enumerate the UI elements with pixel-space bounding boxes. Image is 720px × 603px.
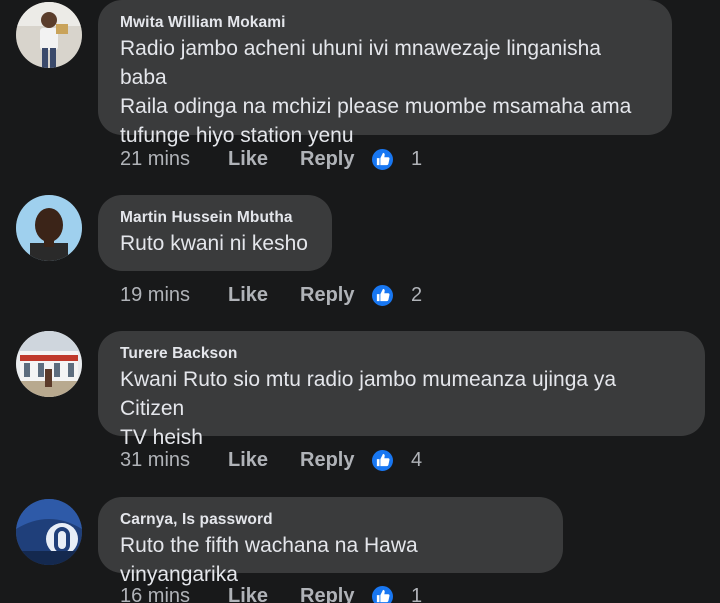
comment-bubble: Martin Hussein Mbutha Ruto kwani ni kesh… — [98, 195, 332, 271]
like-button[interactable]: Like — [228, 585, 300, 603]
comment-author[interactable]: Carnya, Is password — [120, 509, 541, 531]
comment-author[interactable]: Mwita William Mokami — [120, 12, 650, 34]
comment-text: Kwani Ruto sio mtu radio jambo mumeanza … — [120, 368, 617, 449]
thumbs-up-icon[interactable] — [370, 583, 395, 603]
thumbs-up-icon[interactable] — [370, 447, 395, 473]
comment-time[interactable]: 16 mins — [120, 585, 228, 603]
comment-bubble: Carnya, Is password Ruto the fifth wacha… — [98, 497, 563, 586]
like-button[interactable]: Like — [228, 284, 300, 307]
comment-actions: 16 mins Like Reply 1 — [120, 581, 422, 603]
comment-actions: 21 mins Like Reply 1 — [120, 144, 422, 174]
thumbs-up-icon[interactable] — [370, 282, 395, 308]
reply-button[interactable]: Reply — [300, 449, 370, 472]
like-button[interactable]: Like — [228, 449, 300, 472]
reaction-count[interactable]: 1 — [411, 585, 422, 603]
avatar[interactable] — [16, 499, 82, 565]
avatar[interactable] — [16, 331, 82, 397]
comment-time[interactable]: 31 mins — [120, 449, 228, 472]
reaction-count[interactable]: 4 — [411, 449, 422, 472]
comment-bubble: Turere Backson Kwani Ruto sio mtu radio … — [98, 331, 705, 449]
comment-actions: 31 mins Like Reply 4 — [120, 445, 422, 475]
comment-time[interactable]: 21 mins — [120, 148, 228, 171]
thumbs-up-icon[interactable] — [370, 146, 395, 172]
comment-text: Ruto kwani ni kesho — [120, 232, 308, 255]
reaction-count[interactable]: 2 — [411, 284, 422, 307]
reply-button[interactable]: Reply — [300, 585, 370, 603]
comments-list: Mwita William Mokami Radio jambo acheni … — [0, 0, 720, 603]
comment-text: Radio jambo acheni uhuni ivi mnawezaje l… — [120, 37, 632, 147]
reaction-count[interactable]: 1 — [411, 148, 422, 171]
comment-bubble: Mwita William Mokami Radio jambo acheni … — [98, 0, 672, 147]
comment-time[interactable]: 19 mins — [120, 284, 228, 307]
comment-author[interactable]: Martin Hussein Mbutha — [120, 207, 310, 229]
like-button[interactable]: Like — [228, 148, 300, 171]
comment-actions: 19 mins Like Reply 2 — [120, 280, 422, 310]
reply-button[interactable]: Reply — [300, 148, 370, 171]
comment-author[interactable]: Turere Backson — [120, 343, 683, 365]
avatar[interactable] — [16, 2, 82, 68]
reply-button[interactable]: Reply — [300, 284, 370, 307]
avatar[interactable] — [16, 195, 82, 261]
